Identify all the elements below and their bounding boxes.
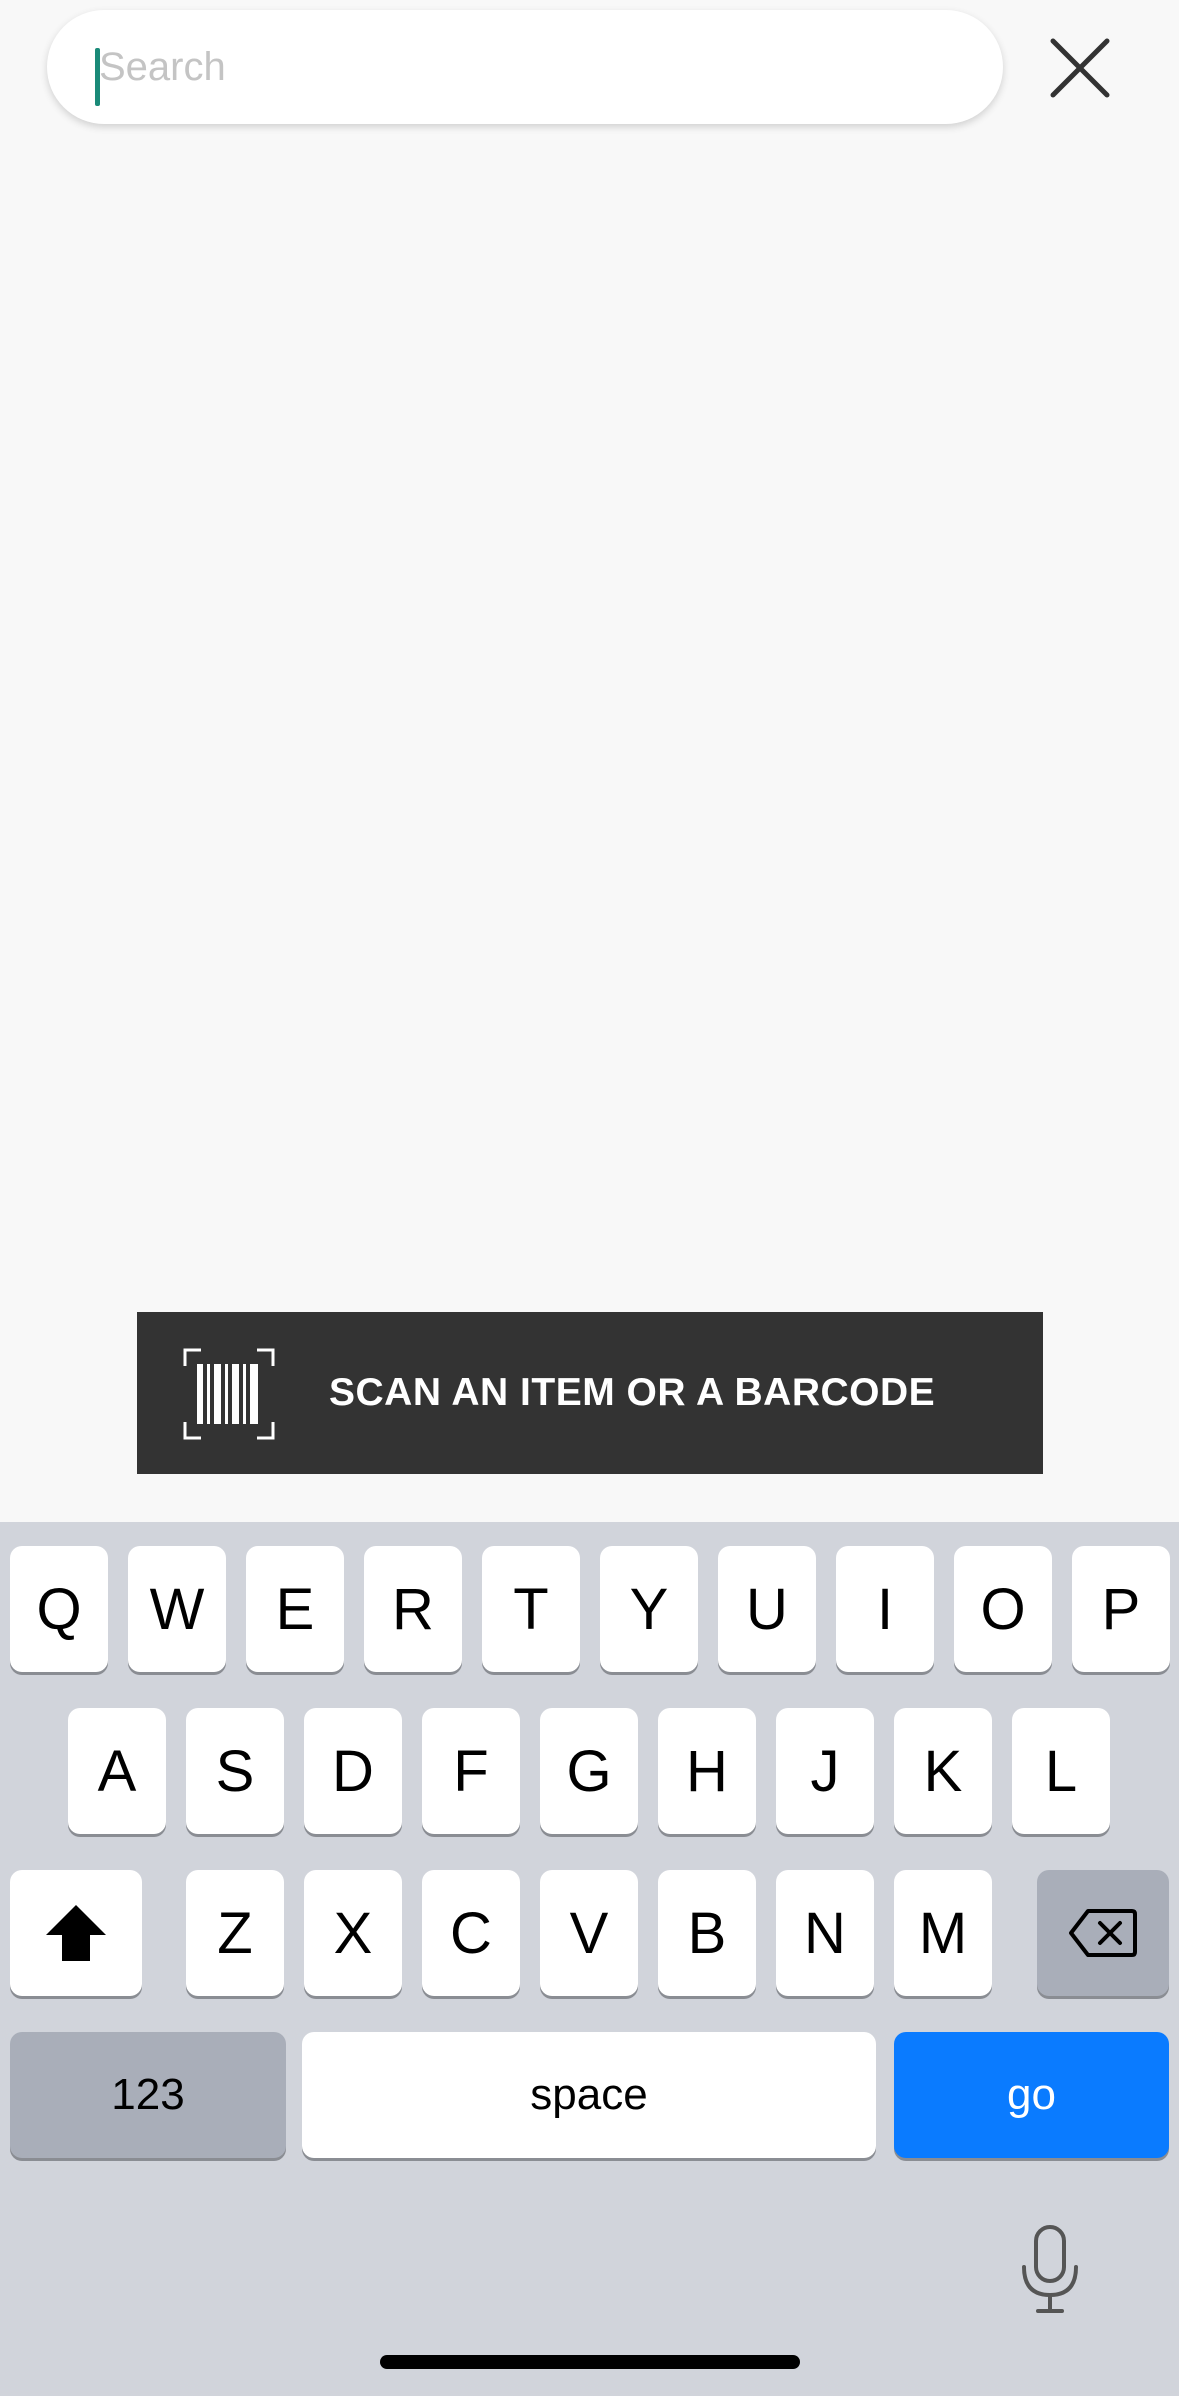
key-q[interactable]: Q: [10, 1546, 108, 1672]
home-indicator: [380, 2355, 800, 2369]
key-b[interactable]: B: [658, 1870, 756, 1996]
delete-key[interactable]: [1037, 1870, 1169, 1996]
keyboard: Q W E R T Y U I O P A S D F G H J K L Z …: [0, 1522, 1179, 2396]
scan-banner-label: SCAN AN ITEM OR A BARCODE: [329, 1371, 936, 1414]
key-v[interactable]: V: [540, 1870, 638, 1996]
key-i[interactable]: I: [836, 1546, 934, 1672]
key-h[interactable]: H: [658, 1708, 756, 1834]
shift-icon: [46, 1905, 106, 1961]
key-m[interactable]: M: [894, 1870, 992, 1996]
text-caret: [95, 48, 100, 106]
key-r[interactable]: R: [364, 1546, 462, 1672]
go-key[interactable]: go: [894, 2032, 1169, 2158]
barcode-scan-icon: [183, 1348, 275, 1440]
numbers-key[interactable]: 123: [10, 2032, 286, 2158]
key-c[interactable]: C: [422, 1870, 520, 1996]
scan-barcode-button[interactable]: SCAN AN ITEM OR A BARCODE: [137, 1312, 1043, 1474]
close-icon: [1050, 38, 1110, 98]
close-button[interactable]: [1040, 30, 1120, 106]
key-n[interactable]: N: [776, 1870, 874, 1996]
key-x[interactable]: X: [304, 1870, 402, 1996]
key-a[interactable]: A: [68, 1708, 166, 1834]
key-u[interactable]: U: [718, 1546, 816, 1672]
microphone-icon[interactable]: [1018, 2225, 1082, 2315]
key-k[interactable]: K: [894, 1708, 992, 1834]
key-d[interactable]: D: [304, 1708, 402, 1834]
key-f[interactable]: F: [422, 1708, 520, 1834]
key-o[interactable]: O: [954, 1546, 1052, 1672]
key-s[interactable]: S: [186, 1708, 284, 1834]
key-g[interactable]: G: [540, 1708, 638, 1834]
search-input[interactable]: [97, 10, 979, 124]
space-key[interactable]: space: [302, 2032, 876, 2158]
key-y[interactable]: Y: [600, 1546, 698, 1672]
key-l[interactable]: L: [1012, 1708, 1110, 1834]
key-w[interactable]: W: [128, 1546, 226, 1672]
shift-key[interactable]: [10, 1870, 142, 1996]
key-j[interactable]: J: [776, 1708, 874, 1834]
key-p[interactable]: P: [1072, 1546, 1170, 1672]
search-bar[interactable]: [47, 10, 1003, 124]
delete-icon: [1069, 1909, 1137, 1957]
key-z[interactable]: Z: [186, 1870, 284, 1996]
key-e[interactable]: E: [246, 1546, 344, 1672]
key-t[interactable]: T: [482, 1546, 580, 1672]
